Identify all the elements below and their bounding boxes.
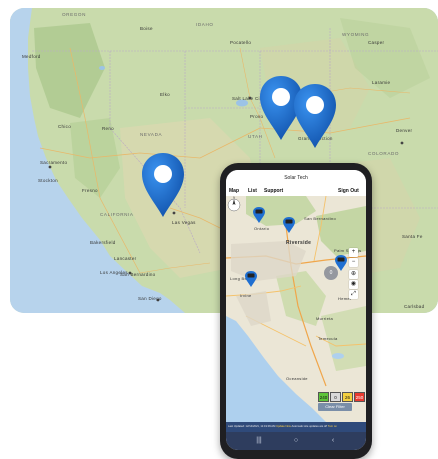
map-label-bakersfield: Bakersfield — [90, 240, 116, 245]
home-icon[interactable]: ○ — [291, 436, 301, 446]
compass-icon[interactable]: N — [226, 196, 242, 214]
phone-device: Solar Tech Map List Support Sign Out Ont… — [220, 163, 372, 459]
map-label-oregon: OREGON — [62, 12, 87, 17]
last-updated-status: Last Updated: 12/14/2021, 11:19:09 AM Up… — [226, 422, 366, 432]
map-label-stockton: Stockton — [38, 178, 58, 183]
counter-warning[interactable]: 26 — [342, 392, 353, 402]
map-label-california: CALIFORNIA — [100, 212, 134, 217]
phone-map[interactable]: Ontario Riverside San Bernardino Irvine … — [226, 196, 366, 422]
zoom-out-button[interactable]: − — [349, 258, 358, 267]
map-label-wyoming: WYOMING — [342, 32, 370, 37]
back-icon[interactable]: ‹ — [328, 436, 338, 446]
map-label-santa-fe: Santa Fe — [402, 234, 423, 239]
map-label-chico: Chico — [58, 124, 72, 129]
phone-map-label-murrieta: Murrieta — [316, 316, 334, 321]
counter-online[interactable]: 240 — [318, 392, 329, 402]
auto-update-text: Automatic site updates are off — [291, 425, 327, 428]
layers-icon[interactable]: ◉ — [349, 280, 358, 289]
app-title: Solar Tech — [226, 170, 366, 186]
map-label-casper: Casper — [368, 40, 385, 45]
cluster-count-button[interactable]: 0 — [324, 266, 338, 280]
phone-screen: Solar Tech Map List Support Sign Out Ont… — [226, 170, 366, 450]
map-label-lancaster: Lancaster — [114, 256, 137, 261]
nav-support[interactable]: Support — [264, 186, 283, 196]
phone-map-label-riverside: Riverside — [286, 240, 312, 246]
app-nav-bar: Map List Support Sign Out — [226, 186, 366, 196]
map-label-colorado: COLORADO — [368, 151, 400, 156]
solar-site-pin-icon[interactable] — [282, 216, 296, 234]
recent-apps-icon[interactable]: ||| — [254, 436, 264, 446]
android-nav-bar: ||| ○ ‹ — [226, 432, 366, 450]
nav-map[interactable]: Map — [229, 186, 239, 196]
update-now-link[interactable]: Update Now — [276, 425, 291, 428]
map-label-san-bernardino: San Bernardino — [120, 272, 156, 277]
map-label-medford: Medford — [22, 54, 41, 59]
counter-offline[interactable]: 0 — [330, 392, 341, 402]
scene: OREGON IDAHO WYOMING Casper Pocatello Me… — [0, 0, 438, 459]
map-label-denver: Denver — [396, 128, 413, 133]
zoom-in-button[interactable]: + — [349, 248, 358, 257]
last-updated-text: Last Updated: 12/14/2021, 11:19:09 AM — [228, 425, 276, 428]
map-label-boise: Boise — [140, 26, 153, 31]
map-label-laramie: Laramie — [372, 80, 391, 85]
location-pin-icon[interactable] — [140, 151, 186, 219]
solar-site-pin-icon[interactable] — [244, 270, 258, 288]
location-pin-icon[interactable] — [292, 82, 338, 150]
status-counter-group: 240 0 26 250 — [318, 392, 366, 402]
map-label-idaho: IDAHO — [196, 22, 214, 27]
phone-map-label-san-bernardino: San Bernardino — [304, 216, 336, 221]
phone-map-label-temecula: Temecula — [318, 336, 338, 341]
phone-map-label-oceanside: Oceanside — [286, 376, 308, 381]
map-label-nevada: NEVADA — [140, 132, 163, 137]
map-label-carlsbad: Carlsbad — [404, 304, 425, 309]
map-label-reno: Reno — [102, 126, 114, 131]
counter-error[interactable]: 250 — [354, 392, 365, 402]
nav-sign-out[interactable]: Sign Out — [338, 186, 359, 196]
map-label-pocatello: Pocatello — [230, 40, 252, 45]
map-label-san-diego: San Diego — [138, 296, 162, 301]
map-label-sacramento: Sacramento — [40, 160, 68, 165]
pan-icon[interactable]: ⤢ — [349, 290, 358, 299]
phone-map-label-irvine: Irvine — [240, 293, 252, 298]
map-label-las-vegas: Las Vegas — [172, 220, 196, 225]
locate-me-icon[interactable]: ⊕ — [349, 270, 358, 279]
turn-on-link[interactable]: Turn on — [328, 425, 337, 428]
nav-list[interactable]: List — [248, 186, 257, 196]
solar-site-pin-icon[interactable] — [252, 206, 266, 224]
map-label-elko: Elko — [160, 92, 170, 97]
phone-map-label-ontario: Ontario — [254, 226, 270, 231]
phone-map-terrain — [226, 196, 366, 422]
clear-filter-button[interactable]: Clear Filter — [318, 403, 352, 411]
map-label-fresno: Fresno — [82, 188, 98, 193]
svg-text:N: N — [233, 196, 235, 200]
